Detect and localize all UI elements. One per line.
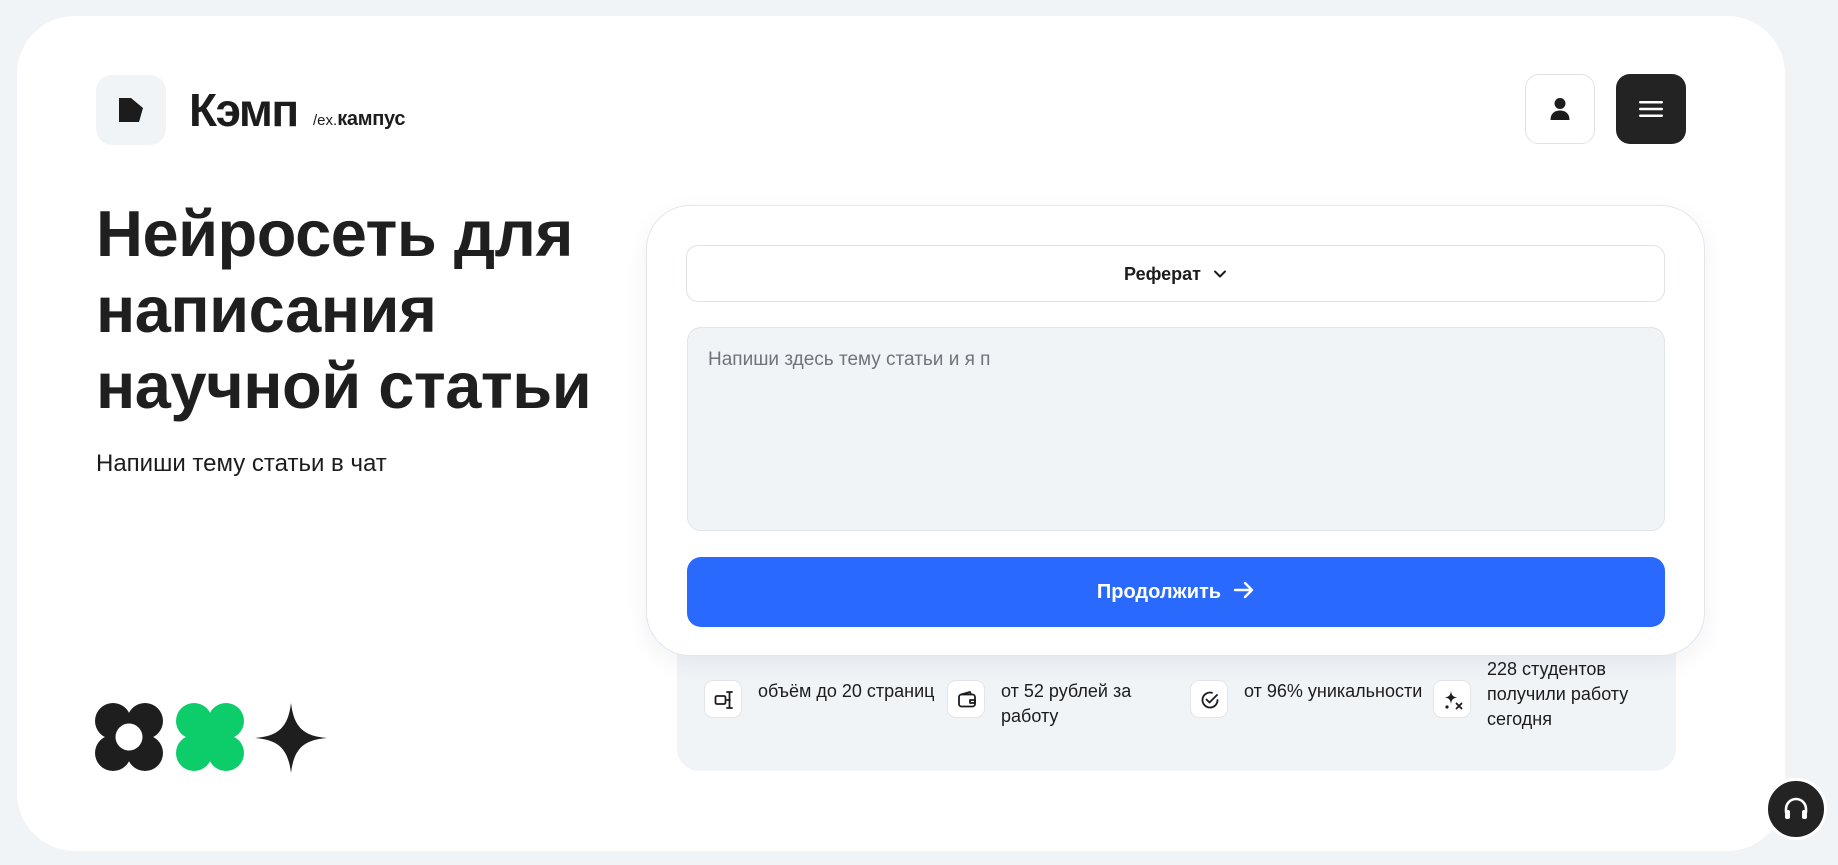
user-account-button[interactable] [1525, 74, 1595, 144]
page-subtitle: Напиши тему статьи в чат [96, 450, 387, 477]
topic-input[interactable] [687, 327, 1665, 531]
hamburger-menu-icon [1639, 101, 1663, 117]
continue-button[interactable]: Продолжить [687, 557, 1665, 627]
brand-subtitle: /ex.кампус [313, 108, 405, 132]
support-chat-button[interactable] [1765, 778, 1827, 840]
feature-text: от 52 рублей за работу [1001, 681, 1132, 726]
feature-icon-box [1190, 680, 1228, 718]
decorative-shapes [95, 703, 327, 773]
wallet-icon [958, 691, 976, 708]
continue-button-label: Продолжить [1096, 580, 1222, 603]
work-type-value: Реферат [1124, 264, 1201, 284]
pages-volume-icon [714, 691, 733, 709]
feature-text: объём до 20 страниц [758, 681, 935, 701]
brand-name: Кэмп [189, 84, 299, 136]
feature-icon-box [704, 680, 742, 718]
page-title: Нейросеть для написания научной статьи [96, 197, 592, 422]
brand-sub-prefix: /ex. [313, 112, 338, 129]
check-circle-icon [1201, 691, 1219, 709]
feature-icon-box [1433, 680, 1471, 718]
chevron-down-icon [1213, 270, 1226, 278]
feature-text: от 96% уникальности [1244, 681, 1423, 701]
logo-k-icon [119, 98, 143, 122]
work-type-value-wrap: Реферат [1124, 262, 1227, 286]
brand-sub-name: кампус [337, 108, 406, 130]
green-clover-icon [176, 703, 244, 771]
arrow-right-icon [1233, 582, 1254, 599]
article-request-form: Реферат Продолжить [646, 205, 1705, 656]
work-type-select[interactable]: Реферат [686, 245, 1665, 302]
star-sparkle-icon [255, 703, 327, 773]
logo[interactable] [96, 75, 166, 145]
feature-icon-box [947, 680, 985, 718]
user-icon [1550, 98, 1570, 120]
sparkles-icon [1444, 691, 1463, 710]
menu-button[interactable] [1616, 74, 1686, 144]
feature-text: 228 студентов получили работу сегодня [1487, 659, 1629, 729]
black-flower-icon [95, 703, 163, 771]
headset-icon [1784, 797, 1808, 819]
